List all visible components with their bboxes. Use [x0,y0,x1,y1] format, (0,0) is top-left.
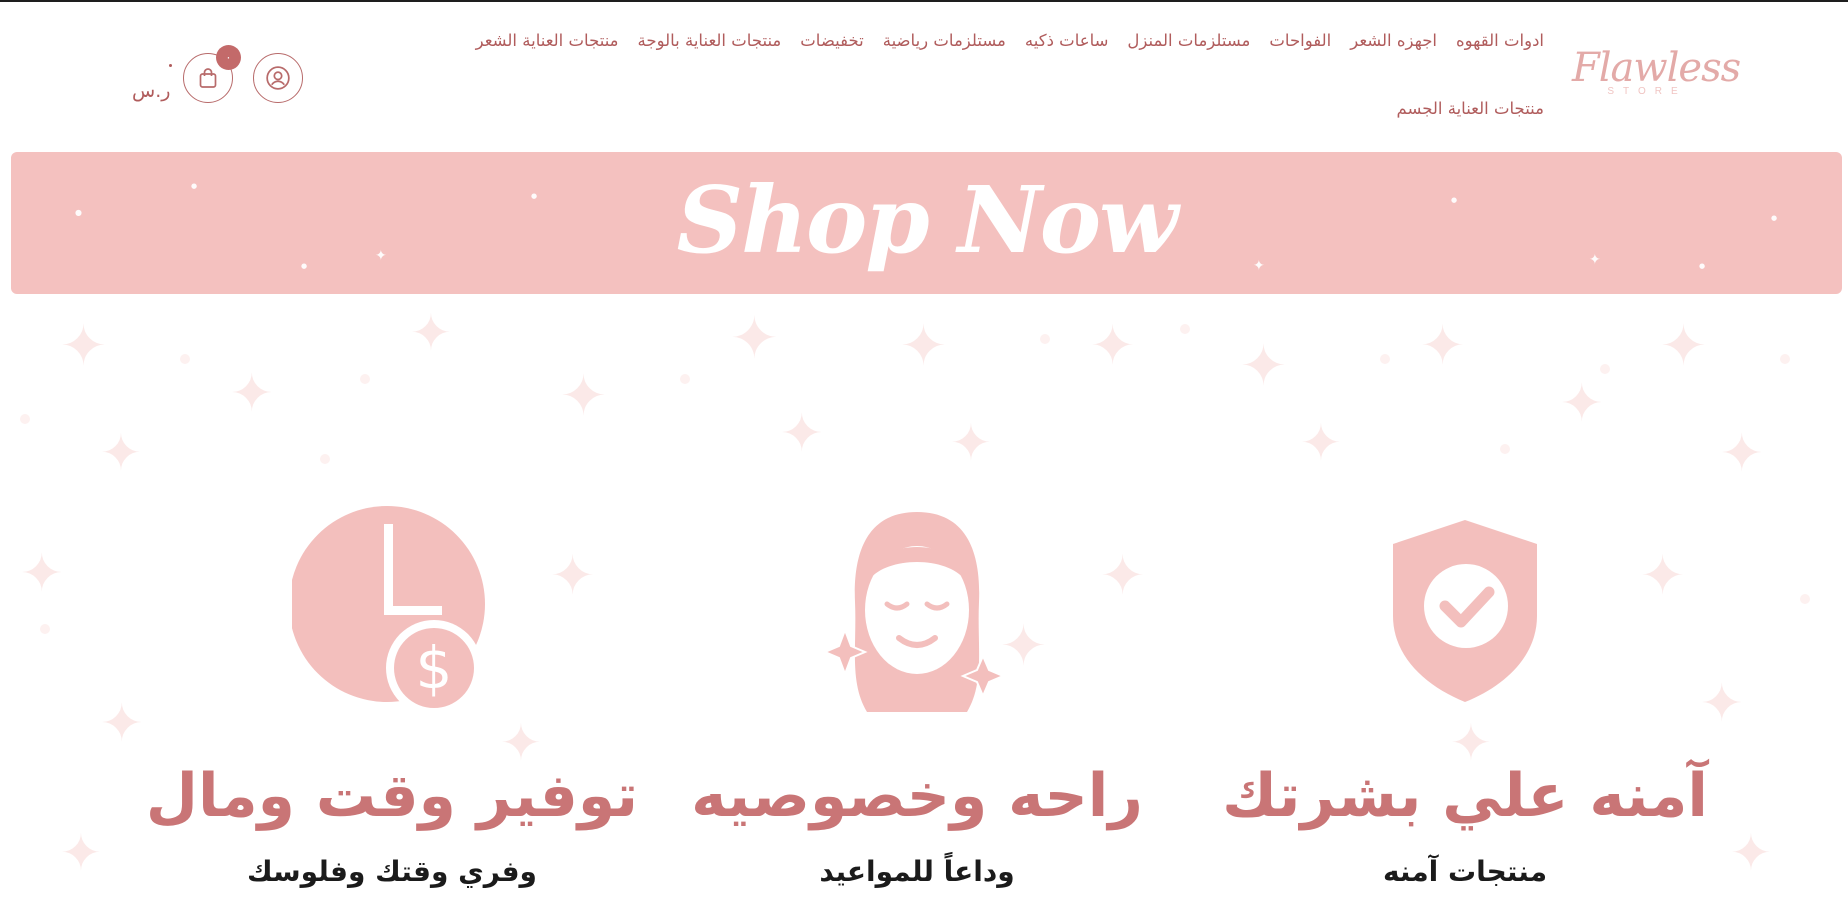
logo-text: Flawless [1572,45,1741,91]
account-button[interactable] [253,53,303,103]
feature-subtitle: وفري وقتك وفلوسك [247,855,537,888]
feature-title: راحه وخصوصيه [691,761,1144,831]
background-star-icon: ✦ [60,824,102,882]
nav-item-body-care[interactable]: منتجات العناية الجسم [1397,92,1544,126]
nav-item-diffusers[interactable]: الفواحات [1269,24,1331,58]
nav-item-coffee-tools[interactable]: ادوات القهوه [1456,24,1544,58]
background-star-icon: ✦ [60,314,107,379]
main-navigation: ادوات القهوه اجهزه الشعر الفواحات مستلزم… [430,24,1544,126]
background-star-icon: ✦ [1090,314,1136,377]
background-star-icon: ✦ [1240,334,1287,399]
nav-item-discounts[interactable]: تخفيضات [800,24,863,58]
background-star-icon: ✦ [100,424,142,482]
nav-item-hair-devices[interactable]: اجهزه الشعر [1350,24,1437,58]
nav-item-sports-supplies[interactable]: مستلزمات رياضية [883,24,1006,58]
background-dot [180,354,190,364]
cart-total[interactable]: ر.س [132,80,170,102]
cart-total-dot [169,64,172,67]
background-dot [40,624,50,634]
background-dot [20,414,30,424]
background-star-icon: ✦ [230,364,274,424]
user-circle-icon [266,66,290,90]
background-dot [1040,334,1050,344]
nav-item-face-care[interactable]: منتجات العناية بالوجة [638,24,782,58]
background-star-icon: ✦ [950,414,992,472]
feature-title: توفير وقت ومال [145,761,639,831]
background-star-icon: ✦ [1300,414,1342,472]
background-star-icon: ✦ [1660,314,1707,379]
background-star-icon: ✦ [730,304,779,372]
background-star-icon: ✦ [1100,544,1146,607]
background-star-icon: ✦ [1640,544,1686,607]
background-star-icon: ✦ [100,694,144,754]
background-dot [1180,324,1190,334]
store-logo[interactable]: Flawless STORE [1572,45,1741,110]
site-header: Flawless STORE ادوات القهوه اجهزه الشعر … [0,2,1848,152]
nav-item-hair-care[interactable]: منتجات العناية الشعر [476,24,619,58]
svg-text:$: $ [416,634,453,702]
clock-money-icon: $ [292,506,485,716]
background-star-icon: ✦ [1420,314,1466,377]
nav-item-home-supplies[interactable]: مستلزمات المنزل [1127,24,1250,58]
background-dot [1380,354,1390,364]
face-mask-icon [822,512,1006,712]
background-dot [1500,444,1510,454]
background-dot [360,374,370,384]
background-star-icon: ✦ [1560,374,1604,434]
background-star-icon: ✦ [1730,824,1772,882]
shopping-bag-icon [199,68,217,88]
background-dot [1600,364,1610,374]
shop-now-banner[interactable]: ✦ ✦ ✦ ● ● ● ● ● ● ● Shop Now [11,152,1842,294]
background-dot [320,454,330,464]
features-section: ✦ ✦ ✦ ✦ ✦ ✦ ✦ ✦ ✦ ✦ ✦ ✦ ✦ ✦ ✦ ✦ ✦ ✦ ✦ ✦ … [0,294,1848,910]
background-star-icon: ✦ [410,304,452,362]
shield-check-icon [1393,520,1537,702]
background-star-icon: ✦ [1700,674,1744,734]
background-star-icon: ✦ [550,544,596,607]
cart-count-badge: ٠ [216,45,241,70]
feature-title: آمنه علي بشرتك [1222,761,1709,831]
nav-item-smart-watches[interactable]: ساعات ذكيه [1025,24,1109,58]
background-star-icon: ✦ [780,404,824,464]
background-dot [1780,354,1790,364]
background-star-icon: ✦ [560,364,607,429]
background-star-icon: ✦ [900,314,947,379]
background-star-icon: ✦ [1720,424,1764,484]
feature-subtitle: منتجات آمنه [1382,855,1548,888]
feature-subtitle: وداعاً للمواعيد [819,855,1015,888]
background-dot [680,374,690,384]
background-star-icon: ✦ [20,544,64,604]
background-dot [1800,594,1810,604]
banner-title: Shop Now [676,166,1179,274]
